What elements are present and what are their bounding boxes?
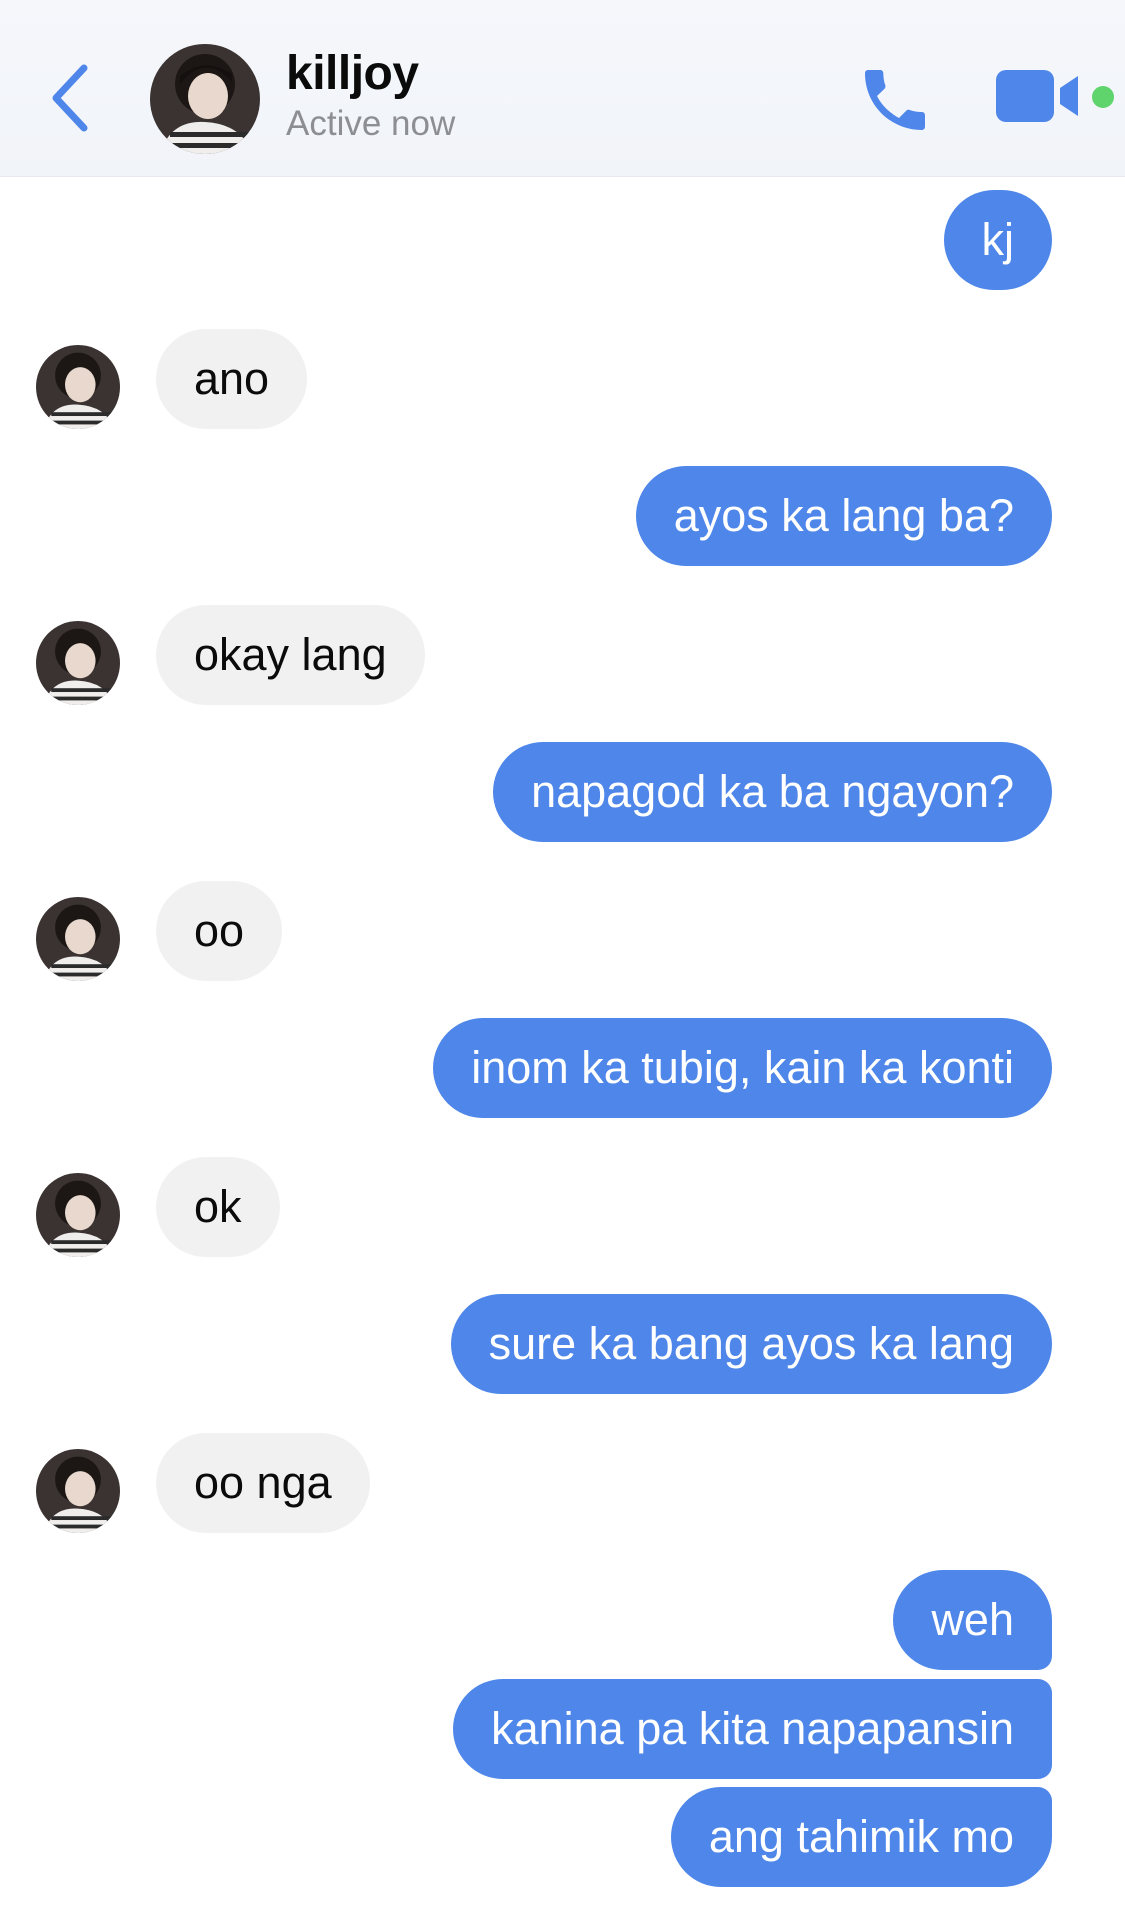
incoming-message-bubble[interactable]: okay lang	[156, 605, 425, 705]
message-row: oo nga	[0, 1433, 1125, 1533]
video-call-button[interactable]	[994, 64, 1088, 128]
message-row: sure ka bang ayos ka lang	[0, 1294, 1125, 1394]
message-row: ano	[0, 329, 1125, 429]
sender-avatar[interactable]	[36, 1449, 120, 1533]
outgoing-message-bubble[interactable]: ayos ka lang ba?	[635, 466, 1052, 566]
message-row: kj	[0, 190, 1125, 290]
outgoing-message-bubble[interactable]: kanina pa kita napapansin	[453, 1679, 1052, 1779]
outgoing-message-bubble[interactable]: inom ka tubig, kain ka konti	[433, 1018, 1052, 1118]
incoming-message-bubble[interactable]: oo nga	[156, 1433, 370, 1533]
outgoing-message-bubble[interactable]: kj	[943, 190, 1052, 290]
incoming-message-bubble[interactable]: oo	[156, 881, 283, 981]
voice-call-button[interactable]	[855, 60, 935, 140]
incoming-message-bubble[interactable]: ok	[156, 1157, 280, 1257]
back-chevron-icon	[52, 64, 88, 132]
online-indicator-dot	[1092, 86, 1114, 108]
chat-header: killjoy Active now	[0, 0, 1125, 177]
sender-avatar[interactable]	[36, 345, 120, 429]
incoming-message-bubble[interactable]: ano	[156, 329, 308, 429]
message-row: napagod ka ba ngayon?	[0, 742, 1125, 842]
outgoing-message-bubble[interactable]: ang tahimik mo	[670, 1787, 1052, 1887]
message-row: ang tahimik mo	[0, 1787, 1125, 1887]
active-status: Active now	[286, 104, 456, 143]
video-camera-icon	[996, 70, 1078, 122]
sender-avatar[interactable]	[36, 897, 120, 981]
sender-avatar[interactable]	[36, 621, 120, 705]
outgoing-message-bubble[interactable]: napagod ka ba ngayon?	[493, 742, 1052, 842]
contact-name[interactable]: killjoy	[286, 46, 419, 101]
outgoing-message-bubble[interactable]: weh	[893, 1570, 1052, 1670]
phone-icon	[865, 70, 925, 130]
message-row: inom ka tubig, kain ka konti	[0, 1018, 1125, 1118]
outgoing-message-bubble[interactable]: sure ka bang ayos ka lang	[450, 1294, 1052, 1394]
message-row: okay lang	[0, 605, 1125, 705]
contact-avatar[interactable]	[150, 44, 260, 154]
message-row: kanina pa kita napapansin	[0, 1679, 1125, 1779]
back-button[interactable]	[44, 58, 104, 138]
message-row: weh	[0, 1570, 1125, 1670]
message-row: ok	[0, 1157, 1125, 1257]
message-row: ayos ka lang ba?	[0, 466, 1125, 566]
message-row: oo	[0, 881, 1125, 981]
sender-avatar[interactable]	[36, 1173, 120, 1257]
